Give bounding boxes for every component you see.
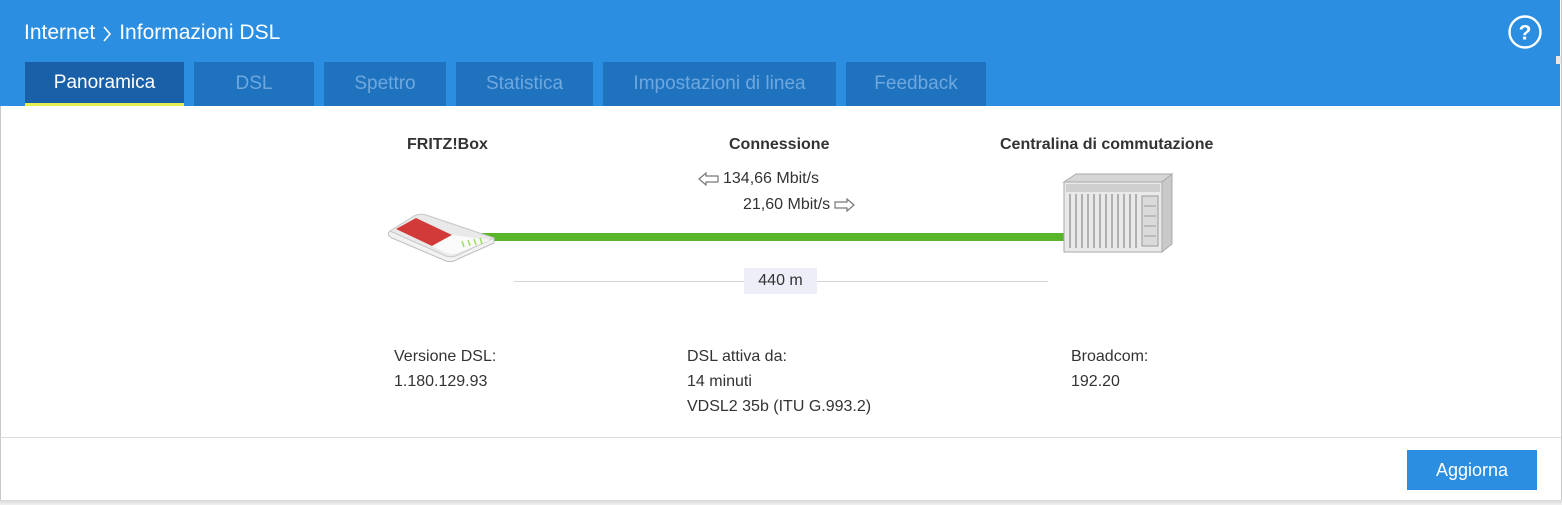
dsl-version-label: Versione DSL:	[394, 348, 497, 365]
question-circle-icon[interactable]: ?	[1508, 15, 1542, 49]
tab-feedback[interactable]: Feedback	[846, 62, 986, 106]
svg-text:?: ?	[1519, 22, 1532, 45]
tab-statistica[interactable]: Statistica	[456, 62, 593, 106]
tab-spettro[interactable]: Spettro	[324, 62, 446, 106]
tab-panoramica[interactable]: Panoramica	[25, 62, 184, 106]
refresh-button[interactable]: Aggiorna	[1407, 450, 1537, 490]
tab-impostazioni-di-linea[interactable]: Impostazioni di linea	[603, 62, 836, 106]
breadcrumb: Internet Informazioni DSL	[24, 21, 280, 45]
header-bar: Internet Informazioni DSL ? Panoramica D…	[0, 0, 1561, 106]
dsl-active-label: DSL attiva da:	[687, 348, 787, 365]
downstream-value: 134,66 Mbit/s	[723, 170, 820, 187]
upstream-value: 21,60 Mbit/s	[743, 196, 831, 213]
chipset-value: 192.20	[1071, 373, 1120, 390]
upstream-rate: 21,60 Mbit/s	[743, 196, 856, 214]
arrow-left-icon	[698, 172, 719, 186]
footer-divider	[0, 437, 1561, 438]
dsl-version-value: 1.180.129.93	[394, 373, 488, 390]
connection-title: Connessione	[729, 136, 830, 153]
distance-label: 440 m	[744, 268, 817, 294]
connection-line	[480, 233, 1070, 241]
dsl-standard: VDSL2 35b (ITU G.993.2)	[687, 398, 872, 415]
downstream-rate: 134,66 Mbit/s	[698, 170, 819, 188]
breadcrumb-current: Informazioni DSL	[119, 21, 281, 44]
router-icon	[386, 205, 498, 263]
exchange-title: Centralina di commutazione	[1000, 136, 1214, 153]
chipset-label: Broadcom:	[1071, 348, 1149, 365]
scrollbar-thumb[interactable]	[1556, 56, 1561, 64]
chevron-right-icon	[102, 26, 112, 42]
dsl-active-block: DSL attiva da: 14 minuti VDSL2 35b (ITU …	[687, 344, 871, 419]
tab-dsl[interactable]: DSL	[194, 62, 314, 106]
arrow-right-icon	[834, 198, 856, 212]
exchange-icon	[1058, 172, 1174, 254]
dsl-active-value: 14 minuti	[687, 373, 752, 390]
dsl-version-block: Versione DSL: 1.180.129.93	[394, 344, 496, 394]
device-title: FRITZ!Box	[407, 136, 488, 153]
window-bottom-edge	[0, 500, 1562, 505]
chipset-block: Broadcom: 192.20	[1071, 344, 1148, 394]
breadcrumb-internet[interactable]: Internet	[24, 21, 95, 45]
